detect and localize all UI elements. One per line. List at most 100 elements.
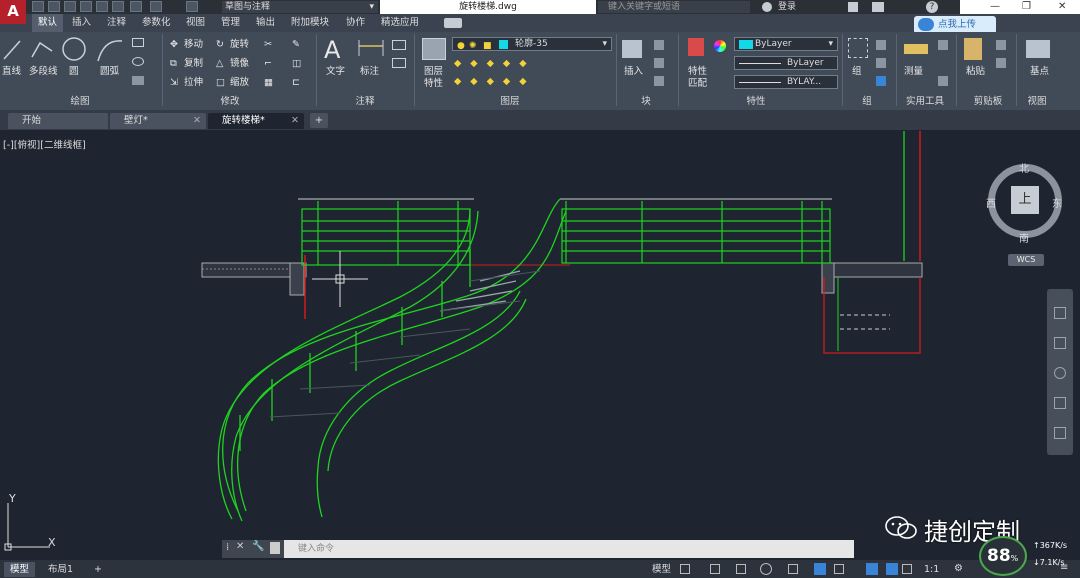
edit-block-icon[interactable] [654,58,664,68]
rectangle-icon[interactable] [132,38,144,47]
model-space-toggle[interactable]: 模型 [646,562,677,577]
compass-west[interactable]: 西 [986,195,996,210]
auto-scale-icon[interactable] [886,563,898,575]
lineweight-icon[interactable] [834,564,844,574]
ellipse-icon[interactable] [132,57,144,66]
doc-tab-spiral-stair[interactable]: 旋转楼梯* ✕ [208,113,304,129]
panel-label-clipboard[interactable]: 剪贴板 [964,95,1012,109]
plot-icon[interactable] [112,1,124,12]
layer-tools-row1[interactable]: ◆◆◆◆◆ [454,58,536,69]
add-layout-icon[interactable]: + [88,562,108,577]
tool-scale[interactable]: 缩放 [230,77,249,88]
annotation-visibility-icon[interactable] [866,563,878,575]
recent-commands-icon[interactable] [270,542,280,554]
restore-icon[interactable]: ❐ [1022,0,1031,14]
group-select-icon[interactable] [876,76,886,86]
panel-label-properties[interactable]: 特性 [736,95,776,109]
leader-icon[interactable] [392,40,406,50]
close-tab-icon[interactable]: ✕ [291,113,299,129]
compass-north[interactable]: 北 [1019,160,1029,175]
tool-measure[interactable]: 测量 [904,66,923,77]
open-icon[interactable] [48,1,60,12]
pan-icon[interactable] [1054,337,1066,349]
explode-icon[interactable]: ◫ [292,58,301,69]
ortho-icon[interactable] [736,564,746,574]
fillet-icon[interactable]: ⌐ [264,58,272,69]
tool-match-properties[interactable]: 特性匹配 [688,66,708,90]
grip-icon[interactable]: ⁞ [226,542,229,553]
hatch-icon[interactable] [132,76,144,85]
zoom-icon[interactable] [1054,367,1066,379]
linetype-select[interactable]: ByLayer [734,56,838,70]
wrench-icon[interactable]: 🔧 [252,541,264,552]
cloud-icon[interactable] [96,1,108,12]
tab-addins[interactable]: 附加模块 [285,14,335,32]
save-icon[interactable] [64,1,76,12]
command-input[interactable]: 键入命令 [298,542,334,556]
panel-label-draw[interactable]: 绘图 [40,95,120,109]
doc-tab-start[interactable]: 开始 [8,113,108,129]
tab-collaborate[interactable]: 协作 [340,14,371,32]
group-edit-icon[interactable] [876,58,886,68]
layout-tab-layout1[interactable]: 布局1 [42,562,79,577]
lineweight-select[interactable]: BYLAY... [734,75,838,89]
tool-dimension[interactable]: 标注 [360,66,379,77]
tool-arc[interactable]: 圆弧 [100,66,119,77]
scale-select[interactable]: 1:1 [918,562,945,577]
tool-insert[interactable]: 插入 [624,66,643,77]
viewcube-top[interactable]: 上 [1011,186,1039,214]
saveas-icon[interactable] [80,1,92,12]
minimize-icon[interactable]: — [990,0,1000,14]
workspace-select[interactable]: 草图与注释 ▾ [222,1,378,13]
otrack-icon[interactable] [814,563,826,575]
osnap-icon[interactable] [788,564,798,574]
panel-label-layers[interactable]: 图层 [480,95,540,109]
tool-copy[interactable]: 复制 [184,58,203,69]
panel-label-utilities[interactable]: 实用工具 [896,95,954,109]
tool-layer-properties[interactable]: 图层特性 [424,66,444,90]
copy-clip-icon[interactable] [996,58,1006,68]
viewport-controls[interactable]: [-][俯视][二维线框] [3,137,86,151]
close-icon[interactable]: ✕ [236,541,244,552]
panel-label-groups[interactable]: 组 [852,95,882,109]
steering-wheel-icon[interactable] [1054,307,1066,319]
tab-manage[interactable]: 管理 [215,14,246,32]
tool-circle[interactable]: 圆 [69,66,79,77]
tool-stretch[interactable]: 拉伸 [184,77,203,88]
trim-icon[interactable]: ✂ [264,39,272,50]
tool-line[interactable]: 直线 [2,66,21,77]
tool-base[interactable]: 基点 [1030,66,1049,77]
tab-insert[interactable]: 插入 [66,14,97,32]
login-button[interactable]: 登录 [778,0,796,14]
close-tab-icon[interactable]: ✕ [193,113,201,129]
new-tab-plus-icon[interactable]: + [310,113,328,128]
erase-icon[interactable]: ✎ [292,39,300,50]
orbit-icon[interactable] [1054,397,1066,409]
tab-annotate[interactable]: 注释 [101,14,132,32]
snap-icon[interactable] [710,564,720,574]
tool-group[interactable]: 组 [852,66,862,77]
calculator-icon[interactable] [938,76,948,86]
close-icon[interactable]: ✕ [1058,0,1066,14]
color-wheel-icon[interactable] [714,40,726,52]
redo-icon[interactable] [186,1,198,12]
cut-icon[interactable] [996,40,1006,50]
user-icon[interactable] [762,2,772,12]
ribbon-toggle-icon[interactable] [444,18,462,28]
search-input[interactable]: 键入关键字或短语 [598,1,750,13]
tool-text[interactable]: 文字 [326,66,345,77]
create-block-icon[interactable] [654,40,664,50]
tool-move[interactable]: 移动 [184,39,203,50]
tool-polyline[interactable]: 多段线 [29,66,58,77]
help-icon[interactable]: ? [926,1,938,13]
exchange-icon[interactable] [848,2,858,12]
annotation-scale-icon[interactable] [902,564,912,574]
command-line[interactable]: ⁞ ✕ 🔧 键入命令 [222,540,854,558]
print-icon[interactable] [130,1,142,12]
polar-icon[interactable] [760,563,772,575]
array-icon[interactable]: ▦ [264,77,273,88]
compass-east[interactable]: 东 [1052,195,1062,210]
block-attr-icon[interactable] [654,76,664,86]
tab-parametric[interactable]: 参数化 [136,14,177,32]
wcs-menu[interactable]: WCS [1008,254,1044,266]
